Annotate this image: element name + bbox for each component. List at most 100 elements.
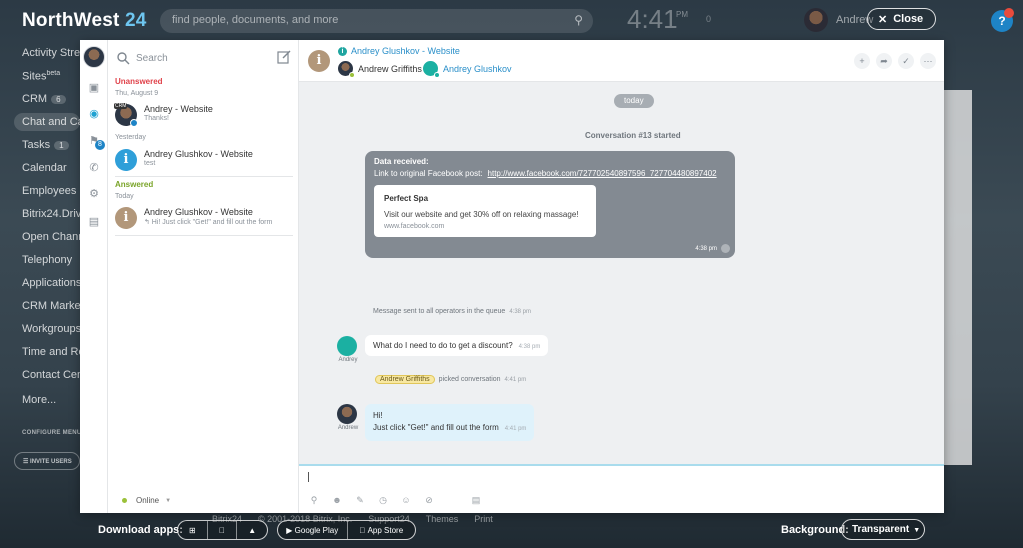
list-icon[interactable]: ▤ bbox=[87, 215, 101, 229]
clock-count: 0 bbox=[706, 14, 712, 24]
chat-title[interactable]: i Andrey Glushkov - Website bbox=[338, 46, 460, 56]
header-actions: + ➦ ✓ ⋯ bbox=[854, 53, 936, 69]
conversation-list: Search Unanswered Thu, August 9 CRM Andr… bbox=[108, 40, 299, 513]
smile-icon[interactable]: ☺ bbox=[401, 495, 411, 505]
avatar bbox=[338, 61, 355, 78]
divider bbox=[115, 176, 293, 177]
sender-name: Andrey bbox=[338, 357, 358, 363]
menu-item-crm[interactable]: CRM 6 bbox=[22, 93, 80, 105]
portal-logo[interactable]: NorthWest 24 bbox=[22, 10, 147, 32]
form-icon[interactable]: ▤ bbox=[471, 495, 481, 505]
info-icon: i bbox=[115, 207, 137, 229]
quick-answer-icon[interactable]: ✎ bbox=[355, 495, 365, 505]
status-dot bbox=[122, 498, 127, 503]
background-label: Background: bbox=[781, 524, 849, 536]
my-avatar[interactable] bbox=[83, 46, 105, 68]
chat-messages: today Conversation #13 started Data rece… bbox=[299, 82, 944, 464]
menu-item-more[interactable]: More... bbox=[22, 394, 80, 406]
apple-icon[interactable]:  bbox=[208, 521, 238, 539]
link-preview-card[interactable]: Perfect Spa Visit our website and get 30… bbox=[374, 185, 596, 237]
menu-item-time-and-reports[interactable]: Time and Reports bbox=[22, 346, 80, 358]
client-chip[interactable]: Andrey Glushkov bbox=[423, 61, 512, 78]
avatar[interactable] bbox=[337, 404, 357, 424]
mobile-apps-group: ▶ Google Play  App Store bbox=[277, 520, 416, 540]
conversation-started: Conversation #13 started bbox=[585, 131, 681, 140]
background-select[interactable]: Transparent ▼ bbox=[841, 519, 925, 540]
date-label: Yesterday bbox=[115, 134, 146, 141]
status-dot bbox=[130, 119, 138, 127]
info-icon: i bbox=[115, 149, 137, 171]
menu-item-activity-stream[interactable]: Activity Stream bbox=[22, 47, 80, 59]
google-play-button[interactable]: ▶ Google Play bbox=[278, 521, 348, 539]
composer-tools: ⚲ ☻ ✎ ◷ ☺ ⊘ ▤ bbox=[309, 495, 481, 505]
facebook-post-link[interactable]: http://www.facebook.com/727702540897596_… bbox=[488, 169, 717, 178]
list-item[interactable]: i Andrey Glushkov - Website test bbox=[115, 148, 295, 174]
footer-link[interactable]: Themes bbox=[426, 514, 459, 524]
menu-item-crm-marketing[interactable]: CRM Marketing bbox=[22, 300, 80, 312]
hidden-message-icon[interactable]: ⊘ bbox=[424, 495, 434, 505]
messenger-window: ▣ ◉ ⚑ 8 ✆ ⚙ ▤ Search Unanswered Thu, Aug… bbox=[80, 40, 944, 513]
sender-name: Andrew bbox=[337, 425, 359, 431]
footer-link[interactable]: Print bbox=[474, 514, 493, 524]
menu-item-calendar[interactable]: Calendar bbox=[22, 162, 80, 174]
desktop-apps-group: ⊞  ▲ bbox=[177, 520, 268, 540]
portal-search-input[interactable]: find people, documents, and more ⚲ bbox=[160, 9, 593, 33]
close-button[interactable]: ✕ Close bbox=[867, 8, 937, 30]
more-icon[interactable]: ⋯ bbox=[920, 53, 936, 69]
chat-icon[interactable]: ▣ bbox=[87, 81, 101, 95]
chevron-down-icon: ▼ bbox=[913, 527, 921, 534]
menu-item-workgroups[interactable]: Workgroups bbox=[22, 323, 80, 335]
message-composer[interactable]: ⚲ ☻ ✎ ◷ ☺ ⊘ ▤ bbox=[299, 464, 944, 513]
phone-icon[interactable]: ✆ bbox=[87, 161, 101, 175]
search-input[interactable]: Search bbox=[116, 49, 291, 67]
windows-icon[interactable]: ⊞ bbox=[178, 521, 208, 539]
operator-chip[interactable]: Andrew Griffiths bbox=[338, 61, 422, 78]
configure-menu-link[interactable]: CONFIGURE MENU bbox=[22, 430, 82, 436]
clock-icon[interactable]: ◷ bbox=[378, 495, 388, 505]
menu-item-applications[interactable]: Applications bbox=[22, 277, 80, 289]
menu-item-open-channels[interactable]: Open Channels bbox=[22, 231, 80, 243]
queue-note: Message sent to all operators in the que… bbox=[373, 308, 531, 315]
operator-message: Hi! Just click "Get!" and fill out the f… bbox=[365, 404, 535, 441]
avatar[interactable] bbox=[337, 336, 357, 356]
info-icon: i bbox=[308, 50, 330, 72]
gear-icon[interactable]: ⚙ bbox=[87, 187, 101, 201]
linux-icon[interactable]: ▲ bbox=[237, 521, 267, 539]
new-chat-icon[interactable] bbox=[277, 50, 291, 64]
transfer-icon[interactable]: ➦ bbox=[876, 53, 892, 69]
notifications-badge: 8 bbox=[95, 140, 105, 150]
user-chip[interactable]: Andrew Griffiths bbox=[375, 375, 435, 384]
section-answered: Answered bbox=[115, 180, 154, 189]
list-item[interactable]: CRM Andrey - Website Thanks! bbox=[114, 103, 295, 129]
clock: 4:41 bbox=[627, 4, 678, 34]
menu-item-contact-center[interactable]: Contact Center bbox=[22, 369, 80, 381]
finish-icon[interactable]: ✓ bbox=[898, 53, 914, 69]
crm-badge: 6 bbox=[51, 95, 66, 104]
portal-topbar: NorthWest 24 find people, documents, and… bbox=[0, 0, 1023, 40]
chat-header: i i Andrey Glushkov - Website Andrew Gri… bbox=[299, 40, 944, 82]
add-user-icon[interactable]: + bbox=[854, 53, 870, 69]
search-icon bbox=[117, 52, 130, 65]
app-store-button[interactable]:  App Store bbox=[348, 521, 416, 539]
user-icon[interactable]: ☻ bbox=[332, 495, 342, 505]
menu-item-drive[interactable]: Bitrix24.Drive bbox=[22, 208, 80, 220]
menu-item-sites[interactable]: Sitesbeta bbox=[22, 70, 80, 83]
user-avatar[interactable] bbox=[804, 8, 828, 32]
open-lines-icon[interactable]: ◉ bbox=[87, 107, 101, 121]
menu-item-tasks[interactable]: Tasks 1 bbox=[22, 139, 80, 151]
close-icon: ✕ bbox=[878, 13, 888, 26]
client-message: What do I need to do to get a discount? 4… bbox=[365, 335, 549, 356]
list-item[interactable]: i Andrey Glushkov - Website ↰ Hi! Just c… bbox=[115, 206, 295, 232]
online-status-select[interactable]: Online ▼ bbox=[122, 496, 171, 505]
menu-item-employees[interactable]: Employees bbox=[22, 185, 80, 197]
help-badge bbox=[1004, 8, 1014, 18]
invite-users-button[interactable]: ☰ INVITE USERS bbox=[14, 452, 80, 470]
attach-icon[interactable]: ⚲ bbox=[309, 495, 319, 505]
menu-item-chat-and-calls[interactable]: Chat and Calls bbox=[22, 116, 80, 128]
chevron-down-icon: ▼ bbox=[165, 497, 172, 504]
date-label: Thu, August 9 bbox=[115, 90, 159, 97]
crm-tag: CRM bbox=[114, 103, 128, 109]
divider bbox=[115, 235, 293, 236]
menu-item-telephony[interactable]: Telephony bbox=[22, 254, 80, 266]
messenger-rail: ▣ ◉ ⚑ 8 ✆ ⚙ ▤ bbox=[80, 40, 108, 513]
